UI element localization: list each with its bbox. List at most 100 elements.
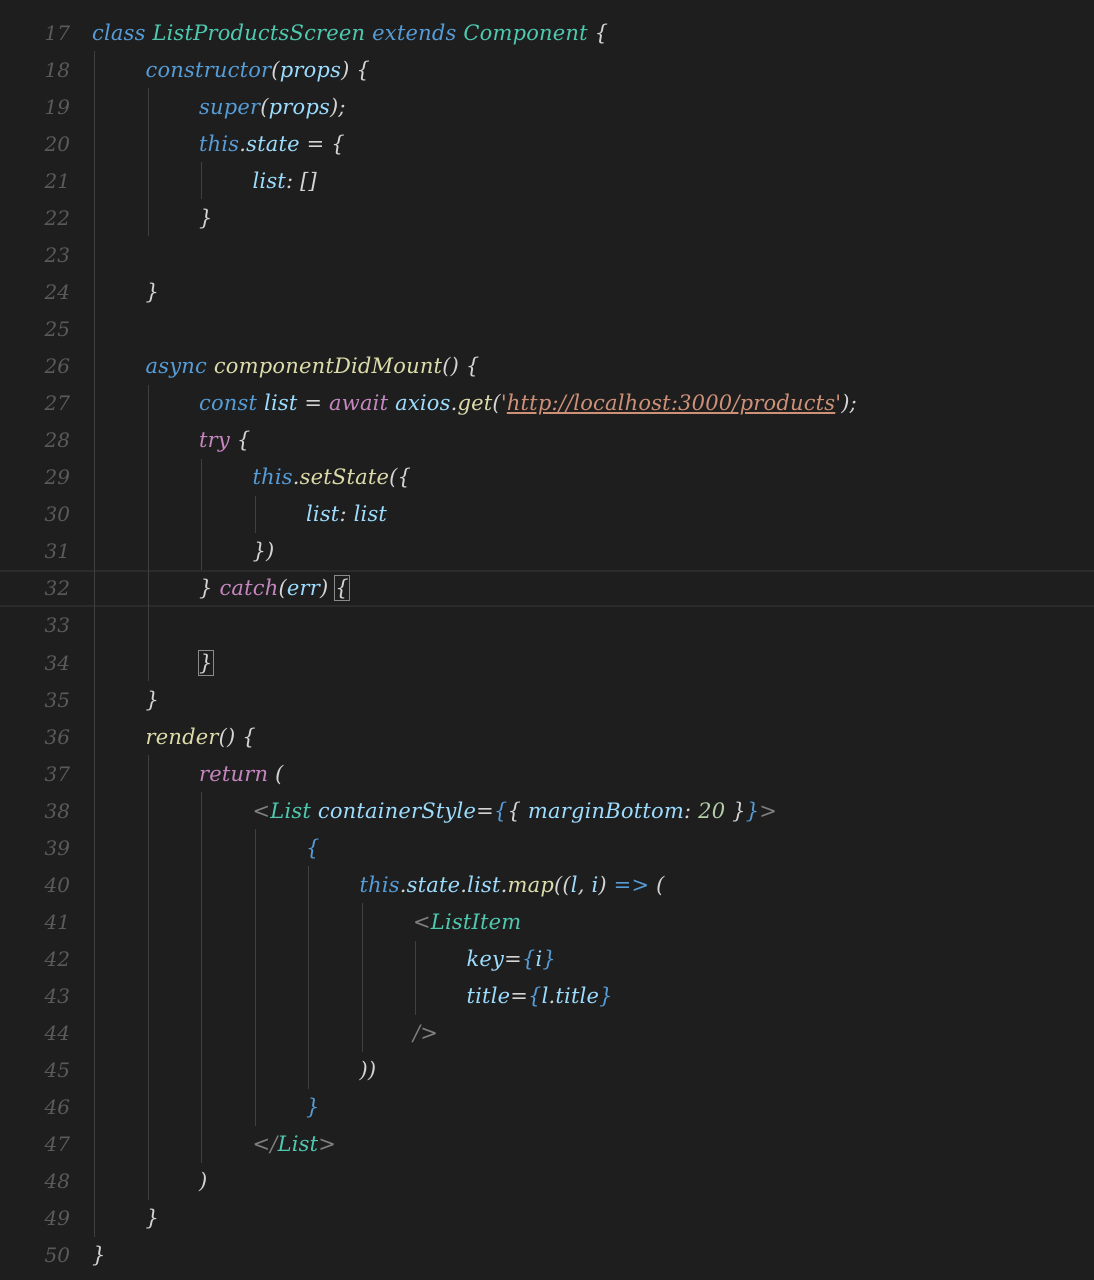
code-text: } catch(err) { [199,575,350,602]
code-line-46[interactable]: 46} [0,1089,1094,1126]
code-token: l [570,872,578,897]
line-number: 17 [44,20,70,45]
code-text: const list = await axios.get('http://loc… [199,391,857,415]
code-line-44[interactable]: 44 /> [0,1015,1094,1052]
code-token: < [252,798,271,823]
code-line-23[interactable]: 23 [0,236,1094,273]
code-line-36[interactable]: 36 render() { [0,718,1094,755]
code-token: render [145,724,219,749]
code-token: ) [199,1169,208,1194]
code-token: ( [278,576,287,601]
code-line-21[interactable]: 21 list: [] [0,162,1094,199]
code-line-40[interactable]: 40 this.state.list.map((l, i) => ( [0,866,1094,903]
code-line-20[interactable]: 20 this.state = { [0,125,1094,162]
code-token: class [92,20,146,45]
code-line-32[interactable]: 32 } catch(err) { [0,569,1094,607]
code-text: { [306,836,320,860]
code-token: props [268,94,330,119]
line-number: 44 [44,1021,70,1046]
code-line-38[interactable]: 38 <List containerStyle={{ marginBottom: … [0,792,1094,829]
line-number: 23 [44,242,70,267]
line-number: 32 [44,576,70,601]
code-token: list [264,391,298,416]
code-token: : [339,502,354,527]
code-line-26[interactable]: 26 async componentDidMount() { [0,348,1094,385]
code-text: } [199,206,213,230]
line-number: 36 [44,724,70,749]
code-token: { [229,428,251,453]
code-token: . [292,465,300,490]
code-line-39[interactable]: 39 { [0,829,1094,866]
code-text: } [92,1243,106,1267]
code-token: Component [463,20,588,45]
matched-bracket: } [198,649,214,676]
code-line-30[interactable]: 30 list: list [0,496,1094,533]
code-token: { [528,984,542,1009]
code-line-27[interactable]: 27 const list = await axios.get('http://l… [0,385,1094,422]
code-token: { [493,798,508,823]
code-line-22[interactable]: 22} [0,199,1094,236]
code-token: /> [413,1021,439,1046]
line-number: 46 [44,1095,70,1120]
code-token: const [199,391,258,416]
code-line-35[interactable]: 35} [0,681,1094,718]
code-token: list [467,872,501,897]
code-line-42[interactable]: 42 key={i} [0,941,1094,978]
code-token: = { [299,131,345,156]
code-line-24[interactable]: 24} [0,273,1094,310]
code-token: } [599,984,613,1009]
code-line-48[interactable]: 48) [0,1163,1094,1200]
code-text: <List containerStyle={{ marginBottom: 20… [253,799,778,823]
code-token: setState [299,465,390,490]
code-line-28[interactable]: 28 try { [0,422,1094,459]
code-line-17[interactable]: 17 class ListProductsScreen extends Compo… [0,14,1094,51]
code-token: > [759,798,778,823]
code-line-37[interactable]: 37 return ( [0,755,1094,792]
code-line-50[interactable]: 50} [0,1237,1094,1274]
code-line-34[interactable]: 34} [0,644,1094,681]
code-text: this.setState({ [253,465,412,489]
code-token: } [306,1095,320,1120]
code-line-29[interactable]: 29 this.setState({ [0,459,1094,496]
code-text: list: list [306,502,387,526]
code-line-31[interactable]: 31}) [0,533,1094,570]
code-text: render() { [146,725,256,749]
code-token: title [466,984,511,1009]
indent-guide [147,755,149,1200]
code-token: this [359,872,400,897]
indent-guide [94,51,95,1237]
line-number: 30 [44,502,70,527]
code-line-25[interactable]: 25 [0,310,1094,347]
code-token: . [500,872,508,897]
code-line-18[interactable]: 18 constructor(props) { [0,51,1094,88]
code-line-19[interactable]: 19 super(props); [0,88,1094,125]
code-token: ) [598,872,614,897]
code-text: title={l.title} [467,984,613,1008]
code-editor[interactable]: 16 17 class ListProductsScreen extends Co… [0,0,1094,1280]
code-line-45[interactable]: 45)) [0,1052,1094,1089]
code-token: } [745,798,760,823]
code-token: this [199,131,240,156]
code-token: ( [492,391,501,416]
code-token: } [199,576,220,601]
line-number: 28 [44,428,70,453]
code-text: } [146,688,160,712]
code-text: list: [] [253,169,317,193]
code-line-49[interactable]: 49} [0,1200,1094,1237]
code-text: ) [199,1169,207,1193]
indent-guide [254,495,256,533]
code-line-41[interactable]: 41 <ListItem [0,903,1094,940]
code-text: </List> [253,1132,337,1156]
code-token: } [542,947,556,971]
code-token: } [145,279,160,304]
code-text: /> [413,1021,438,1045]
code-token: axios [395,391,451,416]
code-token: title [555,984,600,1009]
line-number: 26 [44,354,70,379]
code-line-43[interactable]: 43 title={l.title} [0,978,1094,1015]
code-line-33[interactable]: 33 [0,607,1094,644]
code-line-47[interactable]: 47 </List> [0,1126,1094,1163]
code-token: ( [271,57,280,82]
